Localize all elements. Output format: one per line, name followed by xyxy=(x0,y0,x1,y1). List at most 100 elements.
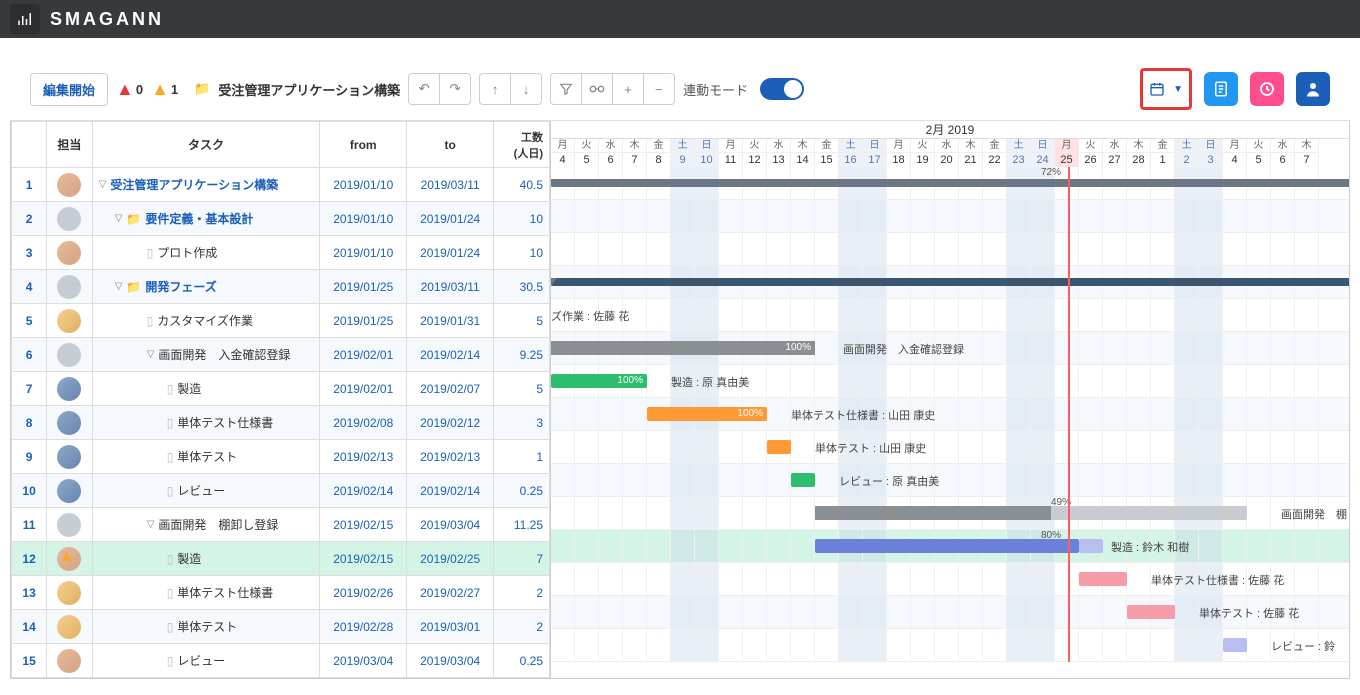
move-up-button[interactable]: ↑ xyxy=(479,73,511,105)
edit-start-button[interactable]: 編集開始 xyxy=(30,73,108,106)
gantt-bar[interactable] xyxy=(791,473,815,487)
effort-value[interactable]: 30.5 xyxy=(494,270,550,304)
col-to-header[interactable]: to xyxy=(407,122,494,168)
to-date[interactable]: 2019/01/31 xyxy=(407,304,494,338)
table-row[interactable]: 3 ▯プロト作成 2019/01/10 2019/01/24 10 xyxy=(12,236,550,270)
table-row[interactable]: 2 ▽📁要件定義・基本設計 2019/01/10 2019/01/24 10 xyxy=(12,202,550,236)
task-name[interactable]: 要件定義・基本設計 xyxy=(145,210,253,227)
chevron-down-icon[interactable]: ▽ xyxy=(115,213,123,224)
chevron-down-icon[interactable]: ▽ xyxy=(99,179,107,190)
gantt-bar[interactable] xyxy=(1223,638,1247,652)
assignee-cell[interactable] xyxy=(47,236,93,270)
from-date[interactable]: 2019/01/25 xyxy=(320,270,407,304)
from-date[interactable]: 2019/01/10 xyxy=(320,202,407,236)
col-from-header[interactable]: from xyxy=(320,122,407,168)
assignee-cell[interactable] xyxy=(47,610,93,644)
assignee-cell[interactable] xyxy=(47,202,93,236)
task-name[interactable]: レビュー xyxy=(177,482,225,499)
effort-value[interactable]: 1 xyxy=(494,440,550,474)
to-date[interactable]: 2019/03/01 xyxy=(407,610,494,644)
table-row[interactable]: 13 ▯単体テスト仕様書 2019/02/26 2019/02/27 2 xyxy=(12,576,550,610)
from-date[interactable]: 2019/02/14 xyxy=(320,474,407,508)
task-name[interactable]: 画面開発 入金確認登録 xyxy=(158,346,290,363)
table-row[interactable]: 11 ▽画面開発 棚卸し登録 2019/02/15 2019/03/04 11.… xyxy=(12,508,550,542)
to-date[interactable]: 2019/03/04 xyxy=(407,508,494,542)
gantt-bar[interactable]: 100% xyxy=(647,407,767,421)
assignee-cell[interactable] xyxy=(47,372,93,406)
from-date[interactable]: 2019/01/10 xyxy=(320,236,407,270)
assignee-cell[interactable] xyxy=(47,474,93,508)
to-date[interactable]: 2019/02/14 xyxy=(407,474,494,508)
effort-value[interactable]: 7 xyxy=(494,542,550,576)
task-name[interactable]: 製造 xyxy=(177,550,201,567)
assignee-cell[interactable] xyxy=(47,440,93,474)
to-date[interactable]: 2019/02/13 xyxy=(407,440,494,474)
gantt-bar[interactable] xyxy=(1127,605,1175,619)
assignee-cell[interactable] xyxy=(47,338,93,372)
from-date[interactable]: 2019/02/08 xyxy=(320,406,407,440)
gantt-bar[interactable] xyxy=(815,506,1247,520)
effort-value[interactable]: 40.5 xyxy=(494,168,550,202)
task-name[interactable]: レビュー xyxy=(177,652,225,669)
filter-button[interactable] xyxy=(550,73,582,105)
gantt-bar[interactable] xyxy=(815,539,1079,553)
zoom-in-button[interactable]: + xyxy=(612,73,644,105)
col-effort-header[interactable]: 工数 (人日) xyxy=(494,122,550,168)
assignee-cell[interactable] xyxy=(47,508,93,542)
from-date[interactable]: 2019/02/15 xyxy=(320,542,407,576)
table-row[interactable]: 14 ▯単体テスト 2019/02/28 2019/03/01 2 xyxy=(12,610,550,644)
effort-value[interactable]: 10 xyxy=(494,202,550,236)
task-name[interactable]: 単体テスト xyxy=(177,448,237,465)
to-date[interactable]: 2019/02/14 xyxy=(407,338,494,372)
assignee-cell[interactable] xyxy=(47,270,93,304)
task-name[interactable]: 受注管理アプリケーション構築 xyxy=(110,176,278,193)
clock-button[interactable] xyxy=(1250,72,1284,106)
effort-value[interactable]: 10 xyxy=(494,236,550,270)
to-date[interactable]: 2019/02/12 xyxy=(407,406,494,440)
gantt-bar[interactable] xyxy=(767,440,791,454)
task-name[interactable]: 画面開発 棚卸し登録 xyxy=(158,516,278,533)
undo-button[interactable]: ↶ xyxy=(408,73,440,105)
from-date[interactable]: 2019/02/26 xyxy=(320,576,407,610)
user-button[interactable] xyxy=(1296,72,1330,106)
from-date[interactable]: 2019/02/01 xyxy=(320,372,407,406)
gantt-bar[interactable]: 100% xyxy=(551,341,815,355)
effort-value[interactable]: 0.25 xyxy=(494,644,550,678)
redo-button[interactable]: ↷ xyxy=(439,73,471,105)
calendar-button[interactable] xyxy=(1145,73,1169,105)
from-date[interactable]: 2019/01/25 xyxy=(320,304,407,338)
table-row[interactable]: 8 ▯単体テスト仕様書 2019/02/08 2019/02/12 3 xyxy=(12,406,550,440)
to-date[interactable]: 2019/03/04 xyxy=(407,644,494,678)
from-date[interactable]: 2019/03/04 xyxy=(320,644,407,678)
gantt-bar[interactable] xyxy=(551,278,1349,286)
gantt-bar[interactable]: 100% xyxy=(551,374,647,388)
table-row[interactable]: 12 ▲▯製造 2019/02/15 2019/02/25 7 xyxy=(12,542,550,576)
dropdown-caret-icon[interactable]: ▼ xyxy=(1169,84,1187,95)
table-row[interactable]: 1 ▽受注管理アプリケーション構築 2019/01/10 2019/03/11 … xyxy=(12,168,550,202)
table-row[interactable]: 7 ▯製造 2019/02/01 2019/02/07 5 xyxy=(12,372,550,406)
zoom-out-button[interactable]: − xyxy=(643,73,675,105)
effort-value[interactable]: 9.25 xyxy=(494,338,550,372)
table-row[interactable]: 5 ▯カスタマイズ作業 2019/01/25 2019/01/31 5 xyxy=(12,304,550,338)
task-name[interactable]: 単体テスト xyxy=(177,618,237,635)
to-date[interactable]: 2019/03/11 xyxy=(407,168,494,202)
effort-value[interactable]: 2 xyxy=(494,610,550,644)
col-task-header[interactable]: タスク xyxy=(92,122,320,168)
glasses-button[interactable] xyxy=(581,73,613,105)
from-date[interactable]: 2019/02/13 xyxy=(320,440,407,474)
from-date[interactable]: 2019/01/10 xyxy=(320,168,407,202)
to-date[interactable]: 2019/02/07 xyxy=(407,372,494,406)
to-date[interactable]: 2019/02/27 xyxy=(407,576,494,610)
from-date[interactable]: 2019/02/28 xyxy=(320,610,407,644)
effort-value[interactable]: 11.25 xyxy=(494,508,550,542)
chevron-down-icon[interactable]: ▽ xyxy=(115,281,123,292)
table-row[interactable]: 15 ▯レビュー 2019/03/04 2019/03/04 0.25 xyxy=(12,644,550,678)
table-row[interactable]: 9 ▯単体テスト 2019/02/13 2019/02/13 1 xyxy=(12,440,550,474)
to-date[interactable]: 2019/01/24 xyxy=(407,202,494,236)
effort-value[interactable]: 2 xyxy=(494,576,550,610)
table-row[interactable]: 10 ▯レビュー 2019/02/14 2019/02/14 0.25 xyxy=(12,474,550,508)
notes-button[interactable] xyxy=(1204,72,1238,106)
chevron-down-icon[interactable]: ▽ xyxy=(147,349,155,360)
from-date[interactable]: 2019/02/01 xyxy=(320,338,407,372)
gantt-bar[interactable] xyxy=(551,179,1349,187)
